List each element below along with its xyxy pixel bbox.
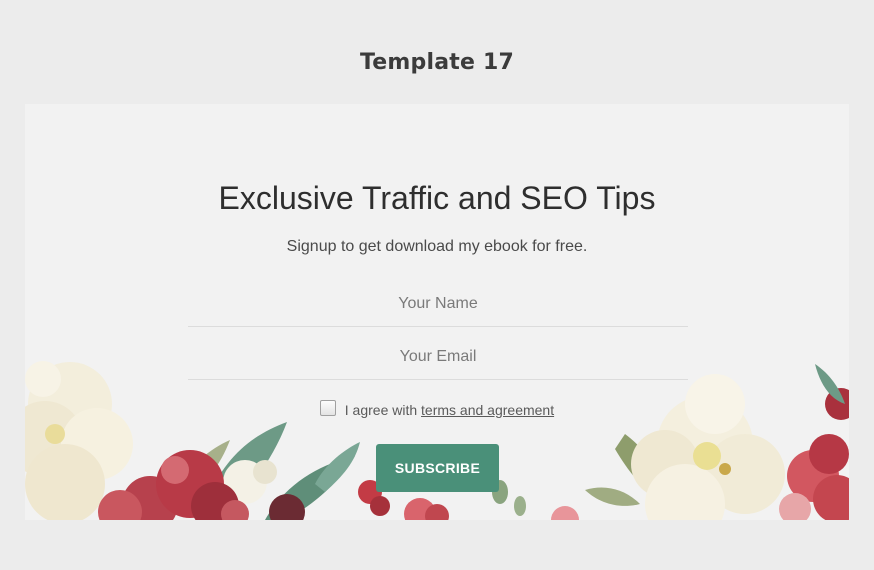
terms-link[interactable]: terms and agreement [421,402,554,418]
right-floral-cluster [585,364,849,520]
form-title: Exclusive Traffic and SEO Tips [218,180,656,216]
subscribe-button[interactable]: SUBSCRIBE [376,444,499,492]
name-input[interactable] [188,282,688,327]
optin-form-card: Exclusive Traffic and SEO Tips Signup to… [25,104,849,520]
email-input[interactable] [188,335,688,380]
page-heading: Template 17 [360,50,514,75]
agree-row: I agree with terms and agreement [25,400,849,418]
agree-label: I agree with [344,402,418,418]
agree-checkbox[interactable] [319,400,336,416]
left-floral-cluster [25,361,360,520]
form-subtitle: Signup to get download my ebook for free… [286,238,588,255]
